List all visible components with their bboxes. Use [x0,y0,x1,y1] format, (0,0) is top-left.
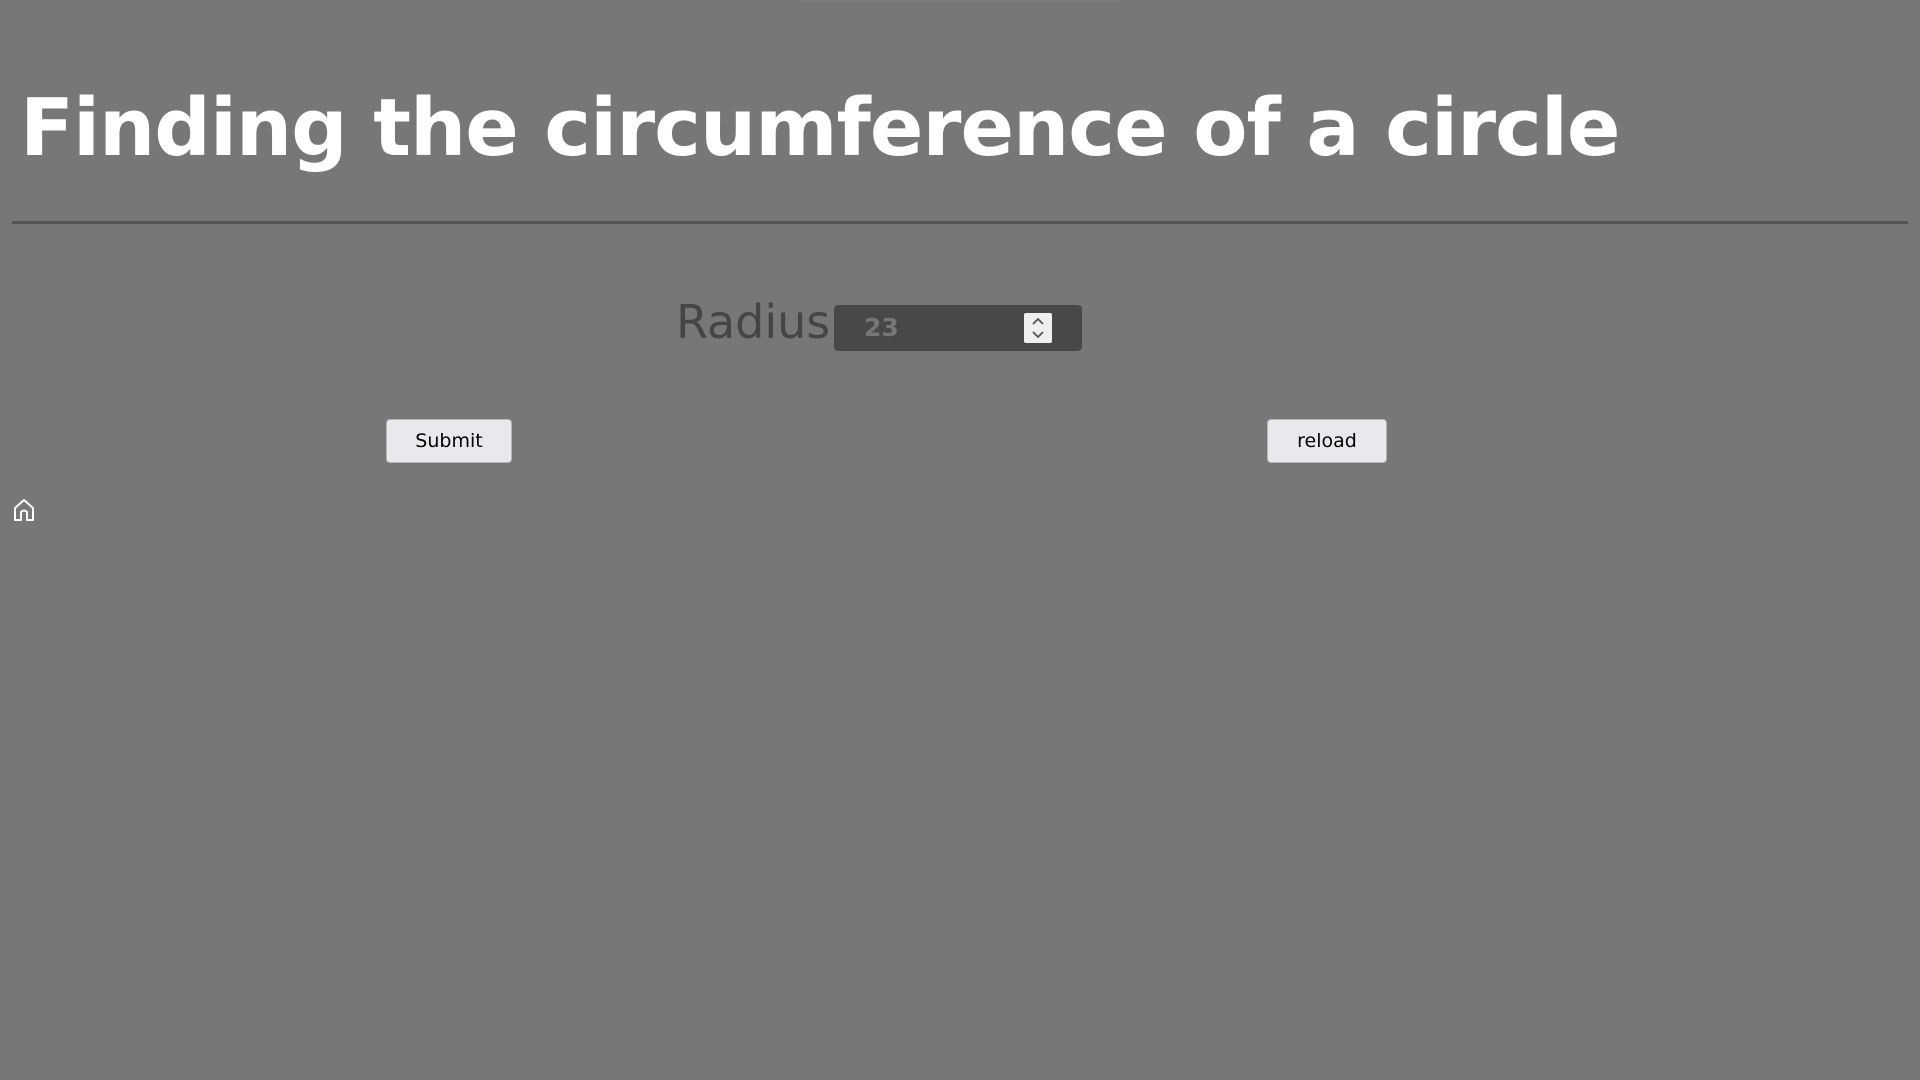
chevron-up-icon[interactable] [1032,317,1044,325]
submit-button[interactable]: Submit [386,419,512,463]
radius-input[interactable]: 23 [834,305,1082,351]
chevron-down-icon[interactable] [1032,331,1044,339]
page-title: Finding the circumference of a circle [20,82,1621,174]
radius-label: Radius [676,295,831,349]
divider [12,221,1908,224]
radius-stepper[interactable] [1024,313,1052,343]
top-edge-decoration [800,0,1120,2]
page: Finding the circumference of a circle Ra… [0,0,1920,1080]
home-link[interactable] [11,496,37,524]
home-icon [14,499,34,521]
reload-button[interactable]: reload [1267,419,1387,463]
radius-input-value: 23 [864,313,899,342]
